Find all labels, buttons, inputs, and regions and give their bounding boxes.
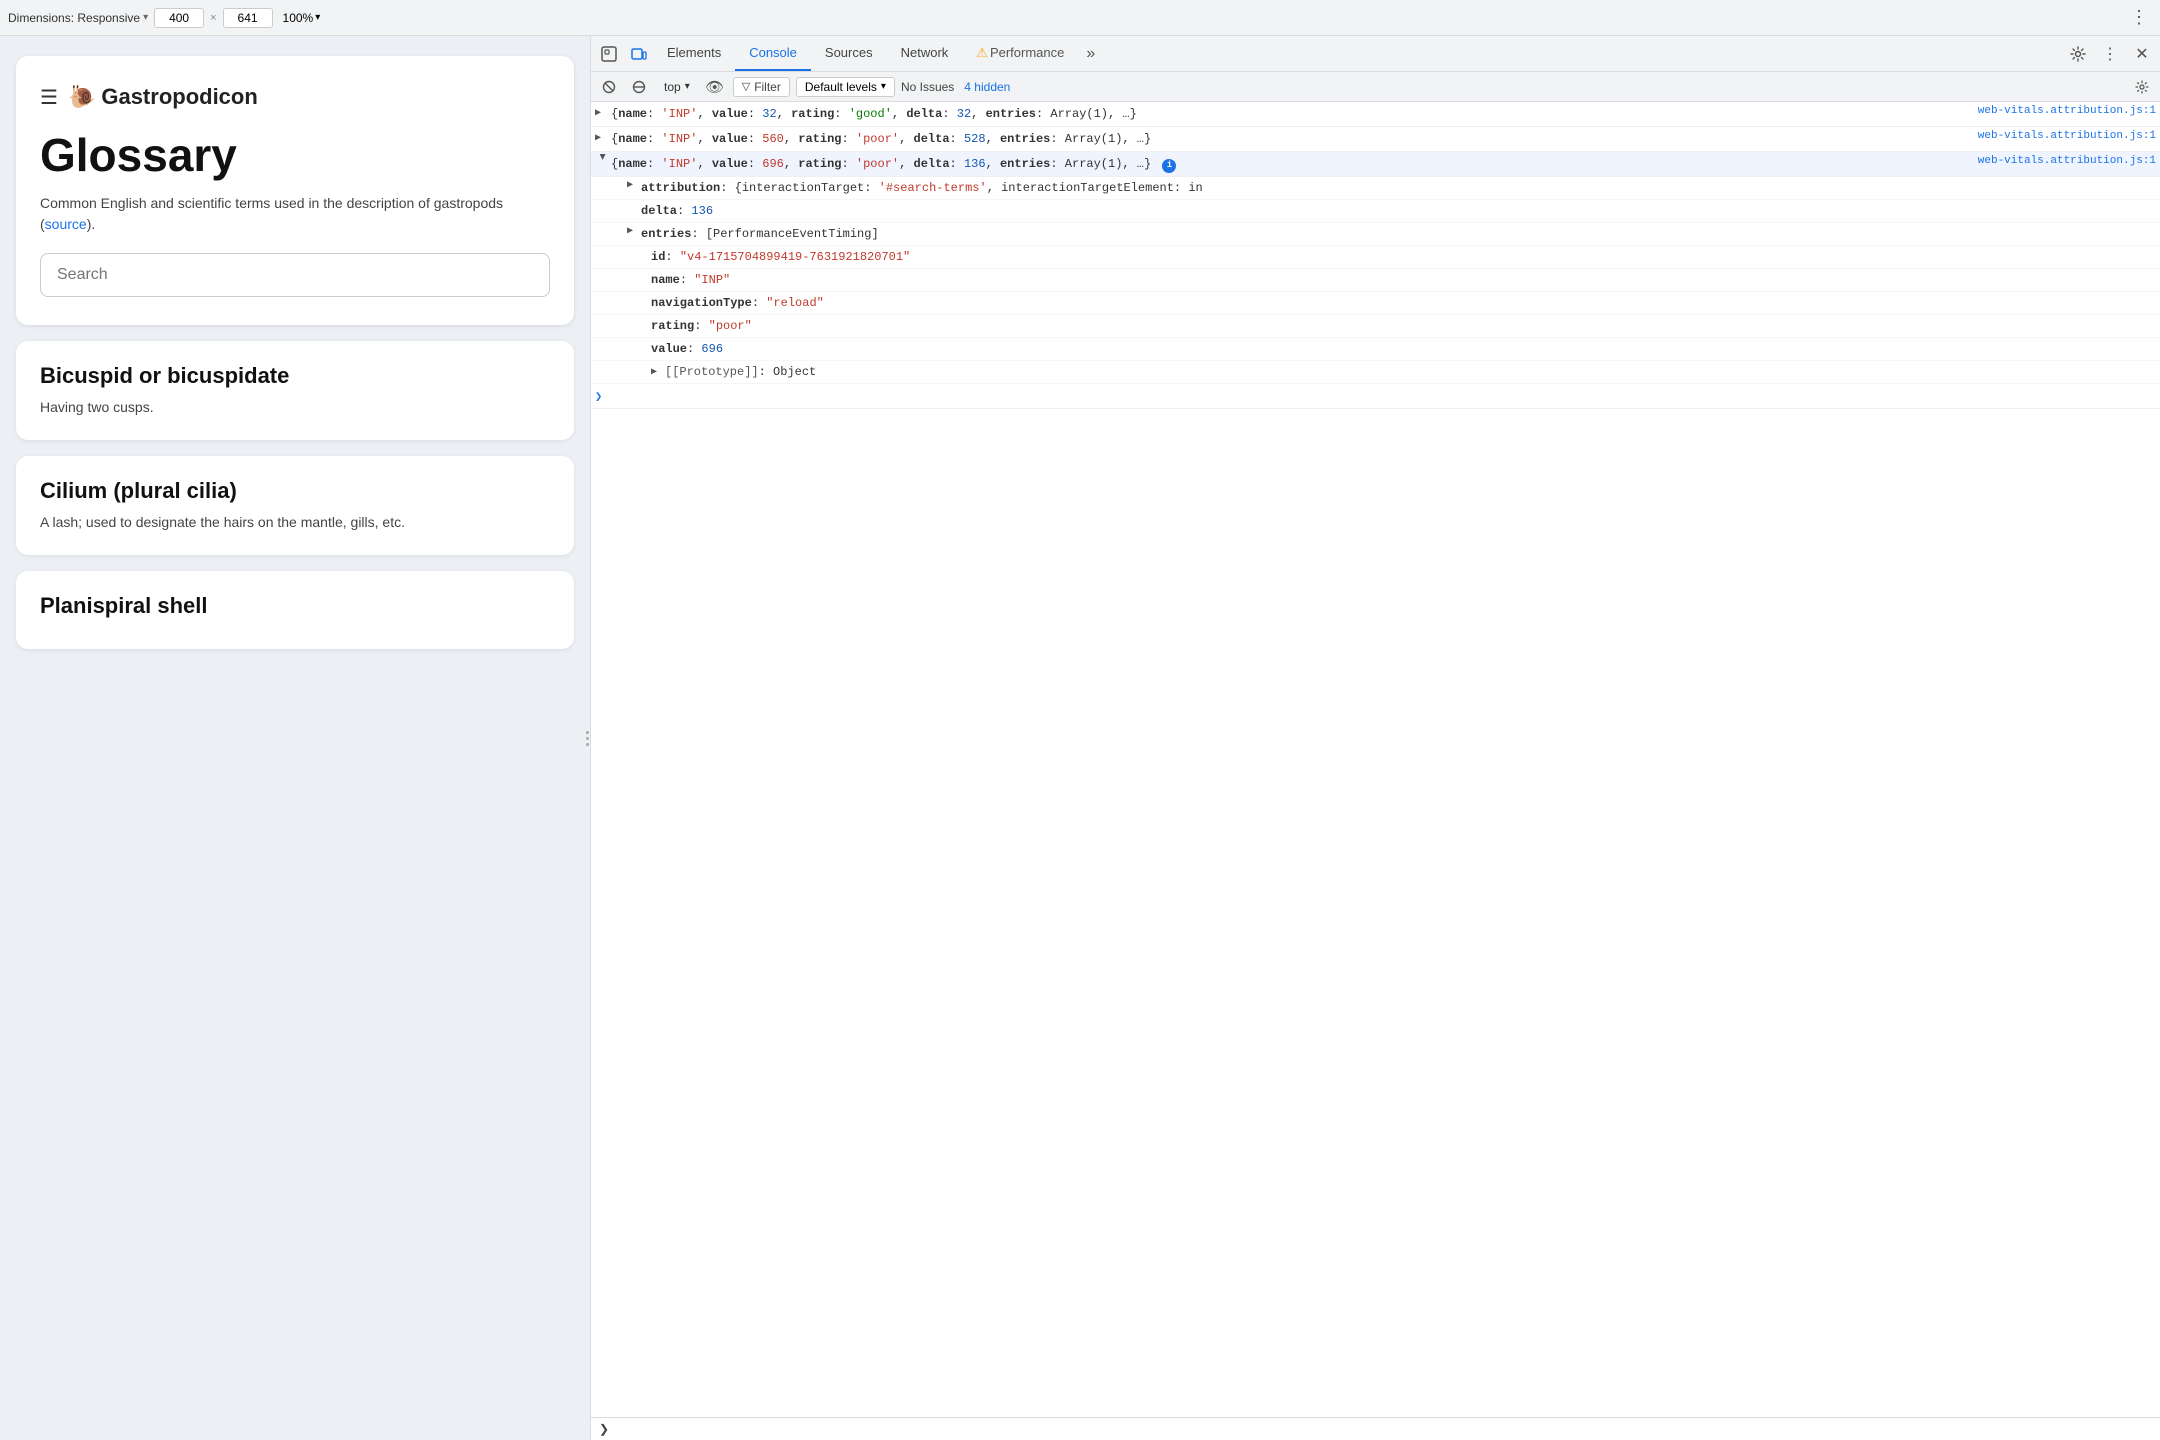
clear-console-icon[interactable] bbox=[597, 75, 621, 99]
glossary-entry-planispiral: Planispiral shell bbox=[16, 571, 574, 649]
source-link[interactable]: source bbox=[45, 216, 87, 232]
console-entry-1[interactable]: ▶ {name: 'INP', value: 32, rating: 'good… bbox=[591, 102, 2160, 127]
console-link-1[interactable]: web-vitals.attribution.js:1 bbox=[1966, 105, 2156, 117]
console-child-attribution[interactable]: ▶ attribution: {interactionTarget: '#sea… bbox=[591, 177, 2160, 200]
console-cursor-line: ❯ bbox=[591, 384, 2160, 409]
console-text-3: {name: 'INP', value: 696, rating: 'poor'… bbox=[611, 155, 1966, 173]
console-input-row: ❯ bbox=[591, 1417, 2160, 1440]
child-text-delta: delta: 136 bbox=[641, 202, 2156, 220]
topbar: Dimensions: Responsive ▾ × 100% ▾ ⋮ bbox=[0, 0, 2160, 36]
zoom-chevron-icon: ▾ bbox=[315, 12, 320, 23]
console-entry-2[interactable]: ▶ {name: 'INP', value: 560, rating: 'poo… bbox=[591, 127, 2160, 152]
glossary-description: Common English and scientific terms used… bbox=[40, 193, 550, 235]
entry-definition: Having two cusps. bbox=[40, 397, 550, 418]
gc-navigation-type: navigationType: "reload" bbox=[591, 292, 2160, 315]
tab-console[interactable]: Console bbox=[735, 36, 811, 71]
snail-icon: 🐌 bbox=[68, 84, 95, 110]
entry-term: Cilium (plural cilia) bbox=[40, 478, 550, 504]
close-devtools-icon[interactable]: ✕ bbox=[2128, 40, 2156, 68]
zoom-select[interactable]: 100% ▾ bbox=[279, 9, 325, 27]
tab-sources[interactable]: Sources bbox=[811, 36, 887, 71]
gc-rating: rating: "poor" bbox=[591, 315, 2160, 338]
devtools-secondbar: top ▾ 👁 ▽ Filter Default levels ▾ No Iss… bbox=[591, 72, 2160, 102]
child-text-entries: entries: [PerformanceEventTiming] bbox=[641, 225, 2156, 243]
responsive-icon[interactable] bbox=[625, 40, 653, 68]
dimensions-label[interactable]: Dimensions: Responsive ▾ bbox=[8, 11, 148, 25]
toggle-arrow-3[interactable]: ▶ bbox=[596, 154, 610, 170]
console-child-entries[interactable]: ▶ entries: [PerformanceEventTiming] bbox=[591, 223, 2160, 246]
console-text-1: {name: 'INP', value: 32, rating: 'good',… bbox=[611, 105, 1966, 123]
height-input[interactable] bbox=[223, 8, 273, 28]
child-toggle-entries[interactable]: ▶ bbox=[627, 225, 641, 237]
context-chevron-icon: ▾ bbox=[685, 81, 690, 92]
preview-inner: ☰ 🐌 Gastropodicon Glossary Common Englis… bbox=[0, 36, 590, 1440]
filter-button[interactable]: ▽ Filter bbox=[733, 77, 790, 97]
resize-dots bbox=[586, 731, 589, 746]
console-text-2: {name: 'INP', value: 560, rating: 'poor'… bbox=[611, 130, 1966, 148]
tab-elements[interactable]: Elements bbox=[653, 36, 735, 71]
more-tabs-button[interactable]: » bbox=[1078, 36, 1103, 71]
settings-icon[interactable] bbox=[2064, 40, 2092, 68]
devtools-icons-left bbox=[595, 40, 653, 68]
hidden-count-label[interactable]: 4 hidden bbox=[964, 80, 1010, 94]
gc-prototype[interactable]: ▶ [[Prototype]]: Object bbox=[591, 361, 2160, 384]
dim-x-separator: × bbox=[210, 12, 216, 24]
header-card: ☰ 🐌 Gastropodicon Glossary Common Englis… bbox=[16, 56, 574, 325]
child-toggle-attribution[interactable]: ▶ bbox=[627, 179, 641, 191]
toggle-arrow-1[interactable]: ▶ bbox=[595, 105, 611, 119]
entry-definition: A lash; used to designate the hairs on t… bbox=[40, 512, 550, 533]
tab-performance[interactable]: ⚠ Performance bbox=[962, 36, 1078, 71]
glossary-entry-bicuspid: Bicuspid or bicuspidate Having two cusps… bbox=[16, 341, 574, 440]
console-link-3[interactable]: web-vitals.attribution.js:1 bbox=[1966, 155, 2156, 167]
tab-network[interactable]: Network bbox=[887, 36, 963, 71]
site-header: ☰ 🐌 Gastropodicon bbox=[40, 84, 550, 110]
log-level-select[interactable]: Default levels ▾ bbox=[796, 77, 895, 97]
resize-dot bbox=[586, 731, 589, 734]
element-select-icon[interactable] bbox=[595, 40, 623, 68]
gc-name: name: "INP" bbox=[591, 269, 2160, 292]
toggle-arrow-2[interactable]: ▶ bbox=[595, 130, 611, 144]
resize-dot bbox=[586, 743, 589, 746]
width-input[interactable] bbox=[154, 8, 204, 28]
preview-panel: ☰ 🐌 Gastropodicon Glossary Common Englis… bbox=[0, 36, 590, 1440]
devtools-icons-right: ⋮ ✕ bbox=[2064, 40, 2156, 68]
devtools-tabs: Elements Console Sources Network ⚠ Perfo… bbox=[653, 36, 2064, 71]
search-input[interactable] bbox=[40, 253, 550, 297]
no-issues-label: No Issues bbox=[901, 80, 954, 94]
child-toggle-prototype[interactable]: ▶ bbox=[651, 366, 665, 378]
console-entry-3-wrapper: ▶ {name: 'INP', value: 696, rating: 'poo… bbox=[591, 152, 2160, 384]
level-chevron-icon: ▾ bbox=[881, 81, 886, 92]
context-selector[interactable]: top ▾ bbox=[657, 77, 697, 97]
resize-handle[interactable] bbox=[584, 36, 590, 1440]
info-badge: i bbox=[1162, 159, 1176, 173]
devtools-panel: Elements Console Sources Network ⚠ Perfo… bbox=[590, 36, 2160, 1440]
console-link-2[interactable]: web-vitals.attribution.js:1 bbox=[1966, 130, 2156, 142]
topbar-left: Dimensions: Responsive ▾ × 100% ▾ bbox=[8, 8, 2120, 28]
stop-recording-icon[interactable] bbox=[627, 75, 651, 99]
console-output: ▶ {name: 'INP', value: 32, rating: 'good… bbox=[591, 102, 2160, 1417]
child-text-attribution: attribution: {interactionTarget: '#searc… bbox=[641, 179, 2156, 197]
chevron-down-icon: ▾ bbox=[143, 12, 148, 23]
glossary-entry-cilium: Cilium (plural cilia) A lash; used to de… bbox=[16, 456, 574, 555]
resize-dot bbox=[586, 737, 589, 740]
more-options-icon[interactable]: ⋮ bbox=[2096, 40, 2124, 68]
console-entry-3[interactable]: ▶ {name: 'INP', value: 696, rating: 'poo… bbox=[591, 152, 2160, 177]
warning-icon: ⚠ bbox=[976, 45, 988, 61]
glossary-title: Glossary bbox=[40, 130, 550, 181]
gc-id: id: "v4-1715704899419-7631921820701" bbox=[591, 246, 2160, 269]
main-area: ☰ 🐌 Gastropodicon Glossary Common Englis… bbox=[0, 36, 2160, 1440]
entry-term: Bicuspid or bicuspidate bbox=[40, 363, 550, 389]
console-input[interactable] bbox=[615, 1422, 2152, 1436]
hamburger-icon[interactable]: ☰ bbox=[40, 85, 58, 110]
topbar-more-button[interactable]: ⋮ bbox=[2126, 7, 2152, 28]
gc-value: value: 696 bbox=[591, 338, 2160, 361]
devtools-topbar: Elements Console Sources Network ⚠ Perfo… bbox=[591, 36, 2160, 72]
eye-icon[interactable]: 👁 bbox=[703, 75, 727, 99]
console-settings-icon[interactable] bbox=[2130, 75, 2154, 99]
entry-term: Planispiral shell bbox=[40, 593, 550, 619]
console-prompt-icon: ❯ bbox=[599, 1422, 609, 1436]
console-child-delta: ▶ delta: 136 bbox=[591, 200, 2160, 223]
filter-icon: ▽ bbox=[742, 80, 750, 93]
site-logo: 🐌 Gastropodicon bbox=[68, 84, 258, 110]
